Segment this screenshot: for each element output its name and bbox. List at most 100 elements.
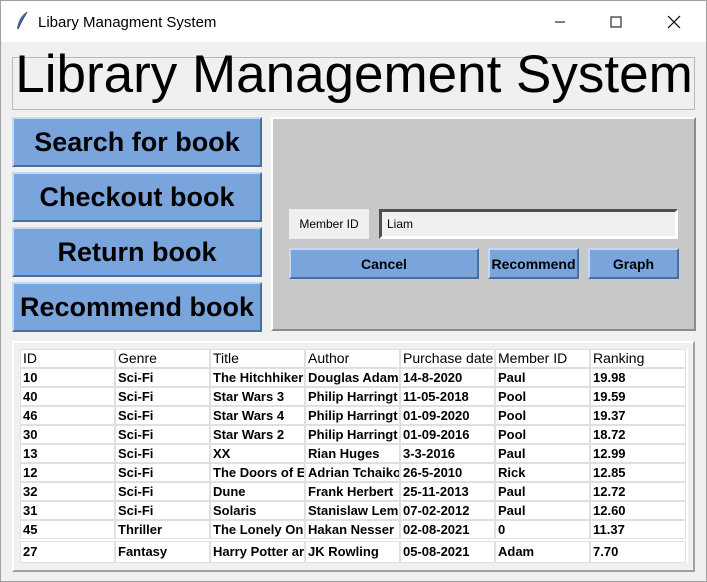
table-row[interactable]: 10 Sci-Fi The Hitchhiker Douglas Adam 14-8-2… (20, 368, 686, 387)
table-cell: 46 (20, 406, 115, 425)
table-cell: 19.59 (590, 387, 686, 406)
books-table: ID Genre Title Author Purchase date Member ID… (20, 349, 688, 563)
table-cell: Philip Harringt (305, 387, 400, 406)
table-row[interactable]: 40 Sci-Fi Star Wars 3 Philip Harringt 11-05-… (20, 387, 686, 406)
checkout-book-button[interactable]: Checkout book (12, 172, 262, 222)
table-row[interactable]: 27 Fantasy Harry Potter ar JK Rowling 05-08-… (20, 541, 686, 563)
column-header: Genre (115, 349, 210, 368)
table-cell: 19.37 (590, 406, 686, 425)
return-book-button[interactable]: Return book (12, 227, 262, 277)
recommend-book-button[interactable]: Recommend book (12, 282, 262, 332)
table-cell: 27 (20, 541, 115, 563)
window-title: Libary Managment System (38, 14, 217, 31)
table-row[interactable]: 13 Sci-Fi XX Rian Huges 3-3-2016 Paul 12.99 (20, 444, 686, 463)
title-bar: Libary Managment System (1, 1, 706, 42)
table-cell: Sci-Fi (115, 406, 210, 425)
table-cell: 07-02-2012 (400, 501, 495, 520)
table-cell: 12.99 (590, 444, 686, 463)
table-cell: Douglas Adam (305, 368, 400, 387)
table-cell: Solaris (210, 501, 305, 520)
table-cell: The Doors of E (210, 463, 305, 482)
table-header-row: ID Genre Title Author Purchase date Member ID… (20, 349, 686, 368)
table-cell: Paul (495, 482, 590, 501)
table-row[interactable]: 32 Sci-Fi Dune Frank Herbert 25-11-2013 Paul 1… (20, 482, 686, 501)
table-cell: 01-09-2016 (400, 425, 495, 444)
table-cell: 12.85 (590, 463, 686, 482)
table-cell: 12.72 (590, 482, 686, 501)
table-cell: 13 (20, 444, 115, 463)
column-header: Member ID (495, 349, 590, 368)
table-cell: Stanislaw Lem (305, 501, 400, 520)
table-cell: Sci-Fi (115, 463, 210, 482)
table-cell: Harry Potter ar (210, 541, 305, 563)
column-header: Purchase date (400, 349, 495, 368)
table-cell: 19.98 (590, 368, 686, 387)
table-row[interactable]: 46 Sci-Fi Star Wars 4 Philip Harringt 01-09-… (20, 406, 686, 425)
table-cell: Frank Herbert (305, 482, 400, 501)
member-id-label: Member ID (289, 209, 369, 239)
table-row[interactable]: 31 Sci-Fi Solaris Stanislaw Lem 07-02-2012 Pa… (20, 501, 686, 520)
table-cell: 40 (20, 387, 115, 406)
table-cell: Adam (495, 541, 590, 563)
table-cell: Rick (495, 463, 590, 482)
table-cell: 0 (495, 520, 590, 539)
table-cell: Sci-Fi (115, 425, 210, 444)
table-cell: JK Rowling (305, 541, 400, 563)
table-cell: 26-5-2010 (400, 463, 495, 482)
table-cell: Sci-Fi (115, 368, 210, 387)
table-cell: Paul (495, 444, 590, 463)
table-cell: Sci-Fi (115, 444, 210, 463)
search-book-button[interactable]: Search for book (12, 117, 262, 167)
table-cell: Pool (495, 387, 590, 406)
table-cell: 32 (20, 482, 115, 501)
column-header: Author (305, 349, 400, 368)
table-cell: Paul (495, 501, 590, 520)
table-cell: XX (210, 444, 305, 463)
close-button[interactable] (645, 1, 703, 42)
table-row[interactable]: 45 Thriller The Lonely On Hakan Nesser 02-08… (20, 520, 686, 539)
table-row[interactable]: 30 Sci-Fi Star Wars 2 Philip Harringt 01-09-… (20, 425, 686, 444)
table-cell: Philip Harringt (305, 406, 400, 425)
table-cell: Star Wars 4 (210, 406, 305, 425)
table-cell: Dune (210, 482, 305, 501)
table-cell: 31 (20, 501, 115, 520)
table-cell: 45 (20, 520, 115, 539)
column-header: ID (20, 349, 115, 368)
table-cell: Thriller (115, 520, 210, 539)
table-cell: 01-09-2020 (400, 406, 495, 425)
table-cell: The Hitchhiker (210, 368, 305, 387)
table-cell: 05-08-2021 (400, 541, 495, 563)
table-cell: Sci-Fi (115, 482, 210, 501)
table-cell: Paul (495, 368, 590, 387)
table-cell: Star Wars 2 (210, 425, 305, 444)
graph-button[interactable]: Graph (588, 248, 679, 279)
table-cell: 3-3-2016 (400, 444, 495, 463)
page-title: Library Management System (15, 45, 693, 104)
table-cell: Fantasy (115, 541, 210, 563)
table-cell: 10 (20, 368, 115, 387)
column-header: Ranking (590, 349, 686, 368)
table-cell: Philip Harringt (305, 425, 400, 444)
member-id-input[interactable]: Liam (379, 209, 678, 239)
column-header: Title (210, 349, 305, 368)
cancel-button[interactable]: Cancel (289, 248, 479, 279)
feather-icon (15, 11, 29, 31)
table-cell: Adrian Tchaiko (305, 463, 400, 482)
maximize-button[interactable] (587, 1, 645, 42)
table-cell: 02-08-2021 (400, 520, 495, 539)
table-cell: 18.72 (590, 425, 686, 444)
table-row[interactable]: 12 Sci-Fi The Doors of E Adrian Tchaiko 26-5… (20, 463, 686, 482)
table-cell: Sci-Fi (115, 501, 210, 520)
table-cell: Pool (495, 425, 590, 444)
table-cell: 30 (20, 425, 115, 444)
minimize-button[interactable] (531, 1, 589, 42)
table-cell: Hakan Nesser (305, 520, 400, 539)
table-cell: The Lonely On (210, 520, 305, 539)
table-cell: Rian Huges (305, 444, 400, 463)
table-cell: Star Wars 3 (210, 387, 305, 406)
table-cell: 25-11-2013 (400, 482, 495, 501)
table-cell: 11.37 (590, 520, 686, 539)
table-cell: 14-8-2020 (400, 368, 495, 387)
table-cell: 12.60 (590, 501, 686, 520)
recommend-button[interactable]: Recommend (488, 248, 579, 279)
